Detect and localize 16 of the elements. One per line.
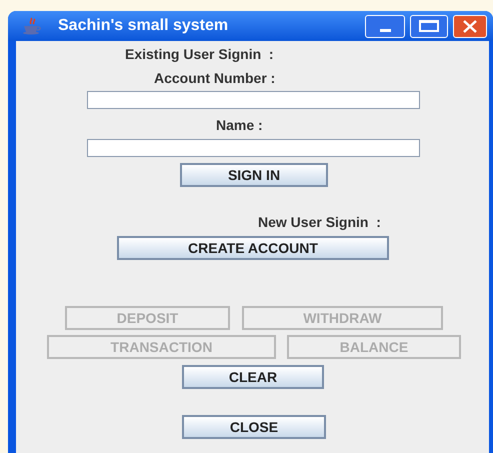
minimize-button[interactable] (365, 14, 405, 38)
name-label: Name : (216, 116, 264, 135)
sign-in-button[interactable]: SIGN IN (180, 163, 328, 187)
clear-button[interactable]: CLEAR (182, 365, 324, 389)
account-number-label: Account Number : (154, 69, 276, 88)
close-app-button[interactable]: CLOSE (182, 415, 326, 439)
close-icon (462, 20, 478, 32)
account-number-field[interactable] (87, 91, 420, 109)
coffee-cup-icon (22, 17, 42, 35)
maximize-button[interactable] (410, 14, 448, 38)
name-field[interactable] (87, 139, 420, 157)
close-button[interactable] (453, 14, 487, 38)
new-user-heading: New User Signin : (258, 213, 382, 232)
existing-user-heading: Existing User Signin : (125, 45, 275, 64)
create-account-button[interactable]: CREATE ACCOUNT (117, 236, 389, 260)
window-title: Sachin's small system (58, 16, 228, 36)
